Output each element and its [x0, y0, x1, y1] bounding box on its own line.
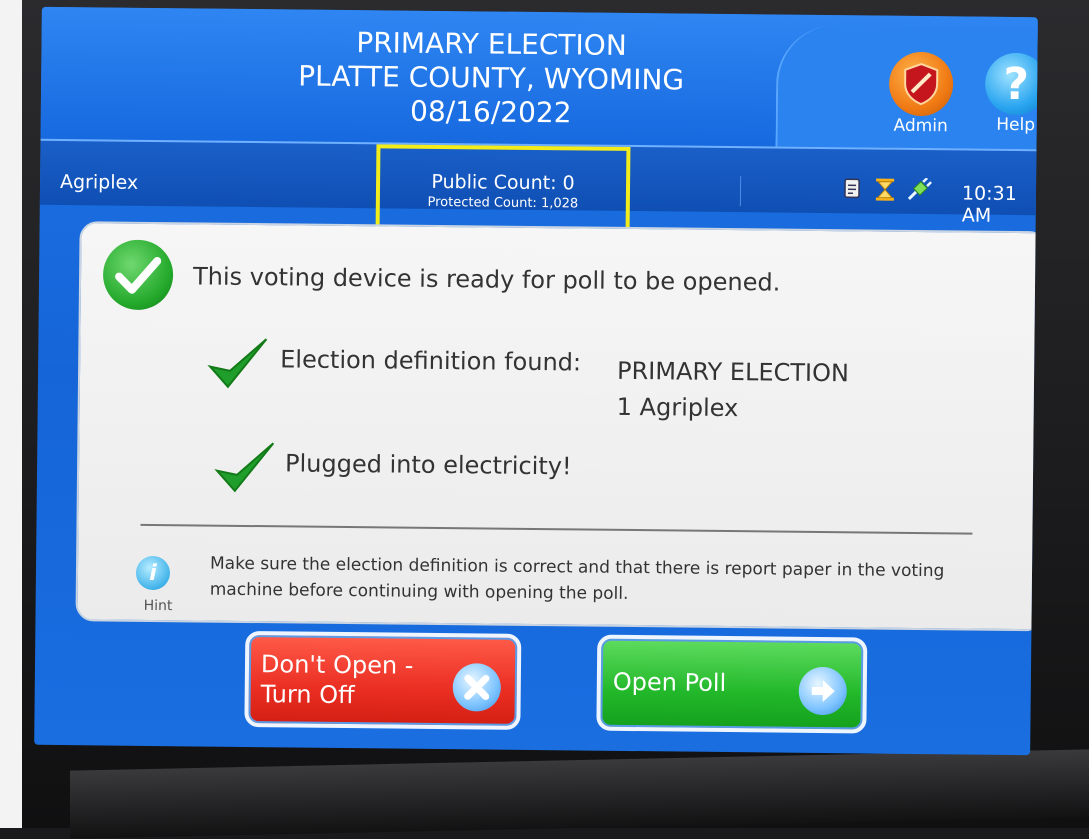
power-check-icon [213, 437, 278, 498]
admin-button[interactable]: Admin [881, 51, 962, 137]
ballot-counts: Public Count: 0 Protected Count: 1,028 [375, 144, 631, 235]
definition-precinct: 1 Agriplex [616, 392, 739, 423]
open-poll-label: Open Poll [612, 667, 727, 698]
power-plug-icon [906, 177, 932, 206]
public-count: Public Count: 0 [431, 170, 575, 195]
arrow-right-icon [798, 666, 848, 716]
touch-screen: PRIMARY ELECTION PLATTE COUNTY, WYOMING … [34, 6, 1038, 756]
dont-open-label: Don't Open - Turn Off [261, 649, 414, 711]
hint-info-icon: i [135, 555, 171, 591]
help-label: Help [996, 114, 1036, 136]
definition-election-name: PRIMARY ELECTION [616, 356, 850, 388]
admin-shield-icon [888, 51, 954, 117]
close-x-icon [452, 663, 502, 712]
hourglass-icon [874, 178, 896, 206]
ready-message: This voting device is ready for poll to … [192, 262, 781, 297]
status-icons [840, 177, 932, 206]
help-question-icon: ? [984, 52, 1038, 116]
title-line-election: PRIMARY ELECTION [356, 26, 627, 62]
open-poll-button[interactable]: Open Poll [596, 634, 868, 734]
report-printer-icon [840, 177, 864, 205]
status-panel: This voting device is ready for poll to … [75, 221, 1038, 632]
header: PRIMARY ELECTION PLATTE COUNTY, WYOMING … [40, 6, 1038, 150]
definition-value: PRIMARY ELECTION 1 Agriplex [617, 353, 850, 427]
status-divider [739, 176, 742, 207]
admin-label: Admin [893, 115, 948, 137]
title-line-date: 08/16/2022 [409, 94, 572, 130]
definition-label: Election definition found: [280, 345, 582, 377]
dont-open-label-line1: Don't Open - [260, 650, 414, 680]
polling-location: Agriplex [59, 171, 139, 194]
definition-check-icon [206, 333, 271, 394]
hint-text: Make sure the election definition is cor… [209, 553, 945, 604]
clock: 10:31 AM [961, 182, 1017, 227]
page-title: PRIMARY ELECTION PLATTE COUNTY, WYOMING … [271, 25, 712, 132]
hint-label: Hint [143, 597, 173, 615]
ready-check-icon [102, 239, 174, 311]
title-line-county: PLATTE COUNTY, WYOMING [298, 59, 685, 97]
dont-open-label-line2: Turn Off [260, 680, 355, 710]
status-bar: Agriplex Public Count: 0 Protected Count… [39, 138, 1037, 235]
power-message: Plugged into electricity! [284, 449, 572, 481]
protected-count: Protected Count: 1,028 [427, 194, 579, 212]
dont-open-turn-off-button[interactable]: Don't Open - Turn Off [244, 630, 522, 730]
help-button[interactable]: ? Help [981, 52, 1038, 136]
panel-divider [140, 523, 973, 535]
